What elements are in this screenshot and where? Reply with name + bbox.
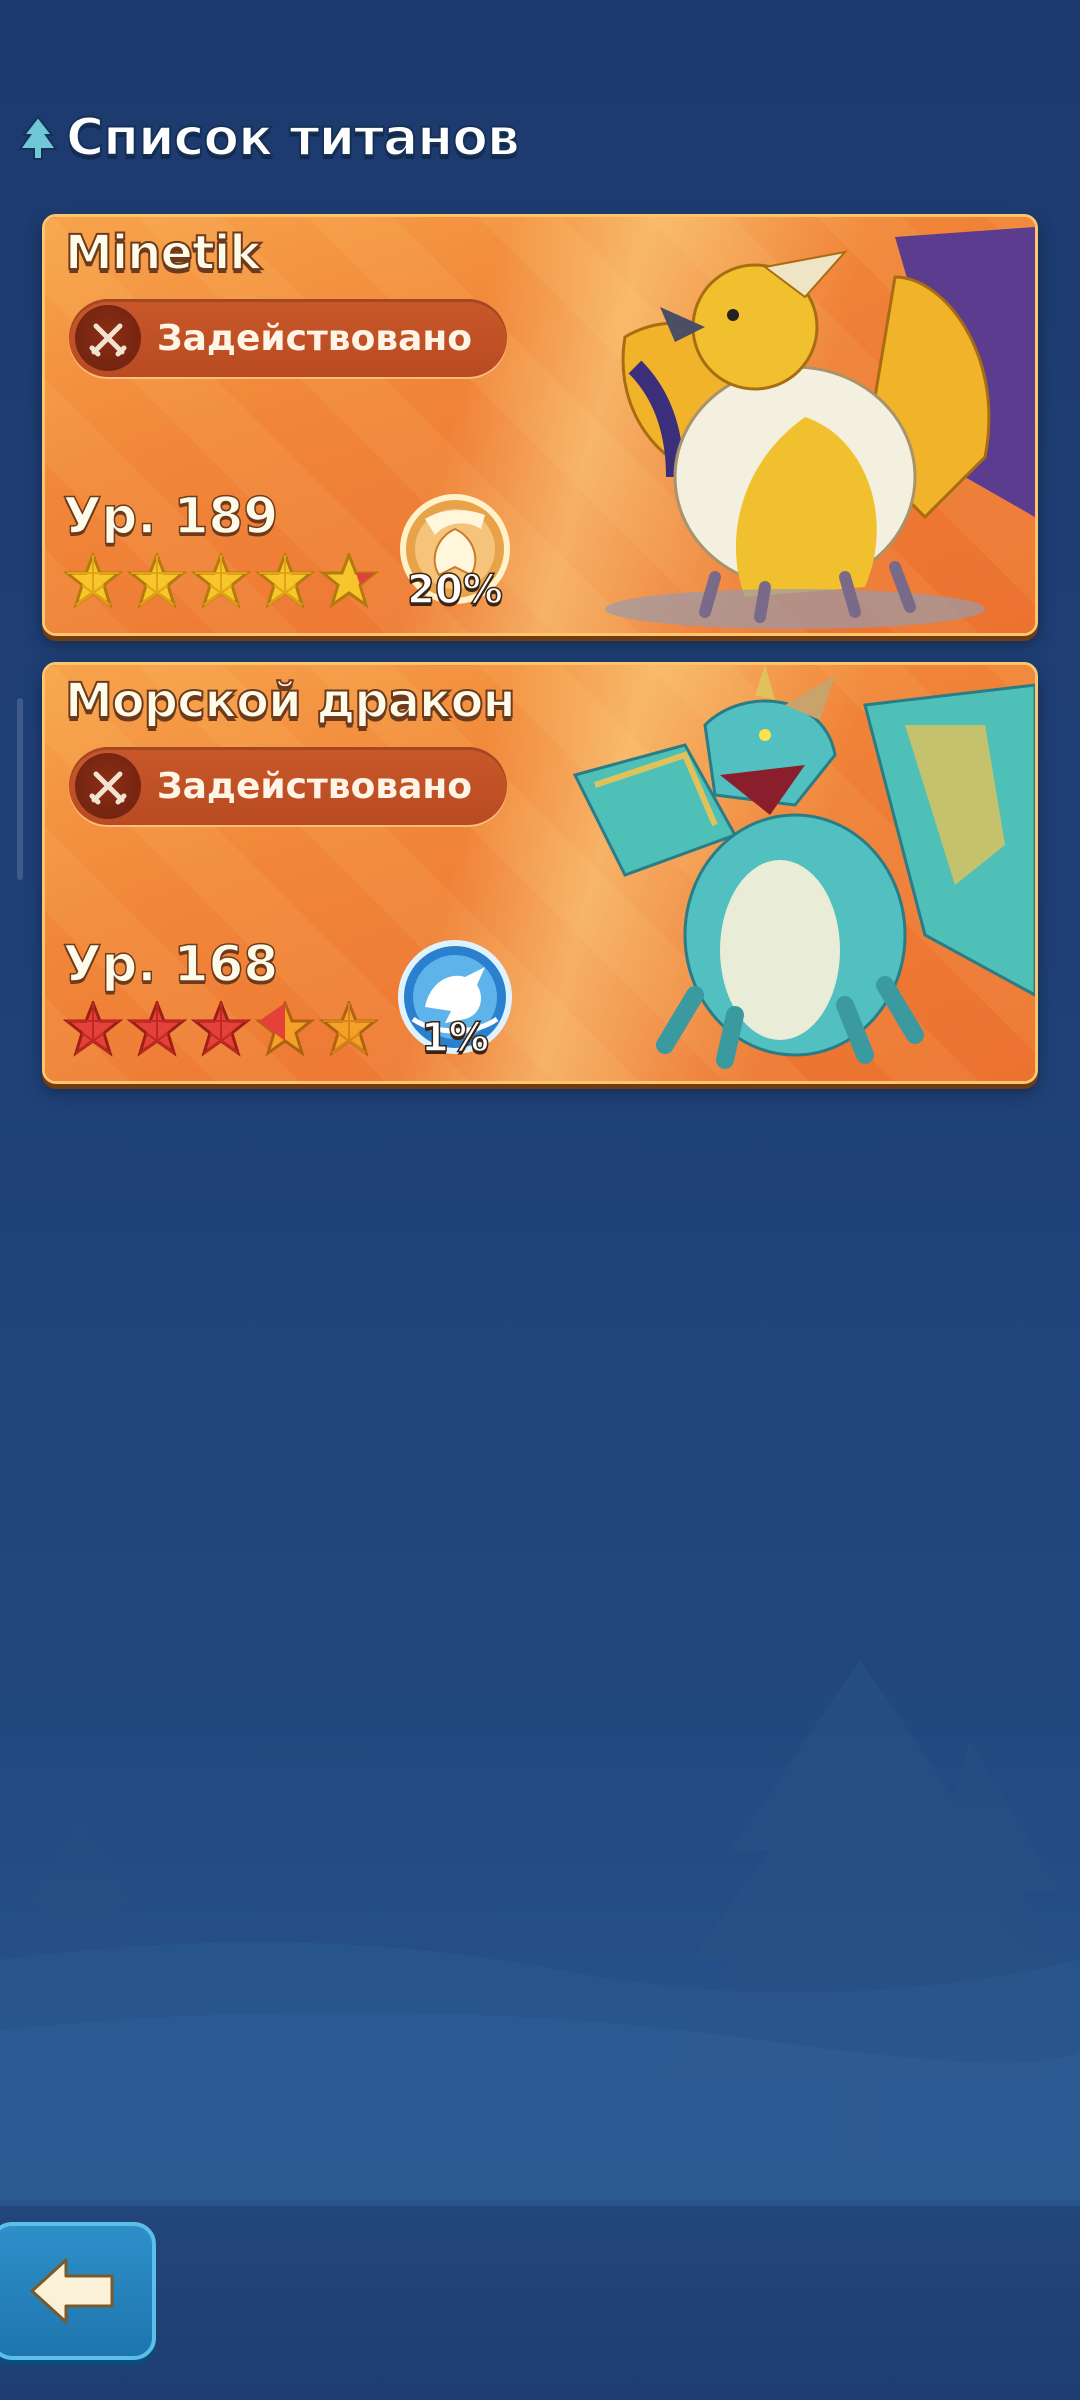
status-label: Задействовано [157,317,472,359]
star-icon [63,1001,123,1057]
progress-percent: 20% [406,566,503,614]
sea-dragon-portrait [572,665,1035,1069]
star-rating [63,553,379,613]
titan-level: Ур. 168 [62,934,279,994]
star-icon [127,1001,187,1057]
star-icon [319,553,379,609]
status-pill: Задействовано [69,299,507,377]
scroll-indicator[interactable] [17,698,23,880]
titan-level: Ур. 189 [62,486,279,546]
progress-percent: 1% [420,1014,489,1062]
titan-card-sea-dragon[interactable]: Морской дракон Задействовано Ур. 168 1% [42,662,1038,1084]
star-icon [255,553,315,609]
back-arrow-icon [30,2258,114,2324]
bottom-bar [0,2206,1080,2400]
crossed-swords-icon [75,305,141,371]
tree-icon [18,115,58,160]
status-pill: Задействовано [69,747,507,825]
back-button[interactable] [0,2222,156,2360]
page-header: Список титанов [16,106,521,170]
star-icon [191,553,251,609]
star-icon [255,1001,315,1057]
star-rating [63,1001,379,1061]
star-icon [191,1001,251,1057]
background-scenery [0,1660,1080,2200]
titan-card-minetik[interactable]: Minetik Задействовано Ур. 189 20% [42,214,1038,636]
star-icon [63,553,123,609]
titan-name: Морской дракон [64,672,517,730]
titan-name: Minetik [64,224,262,282]
crossed-swords-icon [75,753,141,819]
status-label: Задействовано [157,765,472,807]
page-title: Список титанов [65,107,521,169]
star-icon [319,1001,379,1057]
griffin-portrait [605,227,1035,629]
star-icon [127,553,187,609]
